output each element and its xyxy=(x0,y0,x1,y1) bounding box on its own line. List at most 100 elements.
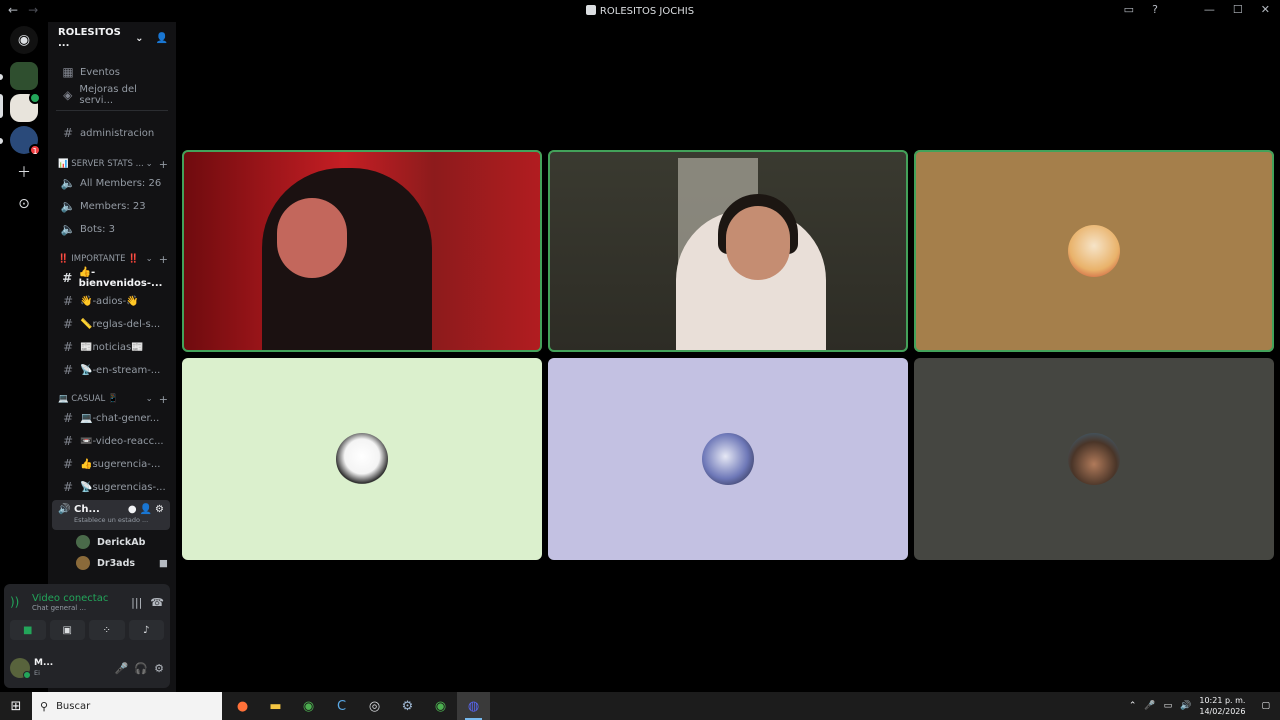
channel-bienvenidos[interactable]: # 👍-bienvenidos-... xyxy=(54,267,170,289)
chrome-icon[interactable]: ◉ xyxy=(292,692,325,720)
selected-pill xyxy=(0,94,3,118)
taskbar-search[interactable]: ⚲ Buscar xyxy=(32,692,222,720)
chat-bubble-icon[interactable]: ● xyxy=(128,504,137,515)
server-header[interactable]: ROLESITOS ... ⌄ 👤 xyxy=(48,22,176,54)
server-icon-3[interactable]: 1 xyxy=(10,126,41,156)
disconnect-icon[interactable]: ☎ xyxy=(150,596,164,609)
close-button[interactable]: ✕ xyxy=(1261,3,1270,16)
add-channel-icon[interactable]: + xyxy=(159,393,168,406)
chevron-up-icon[interactable]: ⌃ xyxy=(1129,701,1137,711)
hash-icon: # xyxy=(62,126,74,140)
avatar-tile[interactable] xyxy=(182,358,542,560)
chevron-down-icon: ⌄ xyxy=(135,32,144,44)
avatar xyxy=(76,556,90,570)
voice-user[interactable]: Dr3ads ■ xyxy=(76,553,168,573)
avatar-tile[interactable] xyxy=(914,150,1274,352)
ccleaner-icon[interactable]: C xyxy=(325,692,358,720)
network-icon[interactable]: ▭ xyxy=(1164,701,1173,711)
hash-icon: # xyxy=(62,457,74,471)
maximize-button[interactable]: ☐ xyxy=(1233,3,1243,16)
unread-pill xyxy=(0,138,3,144)
video-tile[interactable] xyxy=(182,150,542,352)
activity-badge xyxy=(29,92,41,104)
firefox-icon[interactable]: ● xyxy=(226,692,259,720)
search-icon: ⚲ xyxy=(40,699,49,713)
avatar[interactable] xyxy=(10,658,31,679)
channel-status[interactable]: Establece un estado ... xyxy=(52,516,170,524)
video-tile[interactable] xyxy=(548,150,908,352)
add-channel-icon[interactable]: + xyxy=(159,158,168,171)
add-channel-icon[interactable]: + xyxy=(159,253,168,266)
invite-icon[interactable]: 👤 xyxy=(156,33,168,44)
hash-icon: # xyxy=(62,411,74,425)
speaker-icon: 🔊 xyxy=(58,503,71,515)
channel-administracion[interactable]: # administracion xyxy=(54,123,170,143)
explore-icon[interactable]: ⊙ xyxy=(10,190,38,218)
channel-noticias[interactable]: # 📰noticias📰 xyxy=(54,337,170,357)
server-icon-zombie[interactable] xyxy=(10,62,38,90)
volume-icon[interactable]: 🔊 xyxy=(1180,701,1191,711)
avatar-tile[interactable] xyxy=(548,358,908,560)
window-title: ROLESITOS JOCHIS xyxy=(0,5,1280,17)
channel-chat-general[interactable]: # 💻-chat-gener... xyxy=(54,408,170,428)
avatar xyxy=(76,535,90,549)
user-panel: )) Video conectac Chat general ... ||| ☎… xyxy=(4,584,170,688)
discord-home-icon[interactable]: ◉ xyxy=(10,26,38,54)
avatar-tile[interactable] xyxy=(914,358,1274,560)
avatar xyxy=(1068,433,1120,485)
hash-icon: # xyxy=(62,340,74,354)
discord-app-icon[interactable]: ◍ xyxy=(457,692,490,720)
add-server-icon[interactable]: ＋ xyxy=(10,158,38,186)
category-importante[interactable]: ‼️ IMPORTANTE ‼️ ⌄ + xyxy=(58,252,168,266)
microphone-icon[interactable]: 🎤 xyxy=(115,662,129,675)
help-icon[interactable]: ? xyxy=(1152,3,1158,16)
camera-toggle-button[interactable]: ■ xyxy=(10,620,46,640)
channel-reglas[interactable]: # 📏reglas-del-s... xyxy=(54,314,170,334)
microphone-icon[interactable]: 🎤 xyxy=(1144,701,1155,711)
channel-adios[interactable]: # 👋-adios-👋 xyxy=(54,291,170,311)
clock[interactable]: 10:21 p. m. 14/02/2026 xyxy=(1199,695,1245,717)
channel-video-reacc[interactable]: # 📼-video-reacc... xyxy=(54,431,170,451)
voice-user[interactable]: DerickAb xyxy=(76,532,168,552)
soundboard-button[interactable]: ♪ xyxy=(128,620,164,640)
voice-channel-stat[interactable]: 🔈 Bots: 3 xyxy=(54,219,170,239)
chrome-profile-icon[interactable]: ◉ xyxy=(424,692,457,720)
invite-icon[interactable]: 👤 xyxy=(140,504,152,515)
windows-start-icon[interactable]: ⊞ xyxy=(0,699,32,714)
nav-item-events[interactable]: ▦ Eventos xyxy=(54,62,170,82)
signal-icon[interactable]: )) xyxy=(10,595,32,609)
nav-item-boosts[interactable]: ◈ Mejoras del servi... xyxy=(54,84,170,106)
steam-icon[interactable]: ⚙ xyxy=(391,692,424,720)
call-actions: ■ ▣ ⁘ ♪ xyxy=(10,620,164,640)
category-server-stats[interactable]: 📊 SERVER STATS ... ⌄ + xyxy=(58,157,168,171)
screen-share-button[interactable]: ▣ xyxy=(49,620,85,640)
activities-button[interactable]: ⁘ xyxy=(89,620,125,640)
channel-en-stream[interactable]: # 📡-en-stream-... xyxy=(54,360,170,380)
user-name[interactable]: M... Ei xyxy=(34,658,109,678)
gear-icon[interactable]: ⚙ xyxy=(155,504,164,515)
chevron-down-icon: ⌄ xyxy=(145,394,153,404)
boost-icon: ◈ xyxy=(63,88,73,102)
active-voice-channel[interactable]: 🔊 Ch... ● 👤 ⚙ Establece un estado ... xyxy=(52,500,170,530)
calendar-icon: ▦ xyxy=(62,65,74,79)
chevron-down-icon: ⌄ xyxy=(145,254,153,264)
windows-taskbar: ⊞ ⚲ Buscar ● ▬ ◉ C ◎ ⚙ ◉ ◍ ⌃ 🎤 ▭ 🔊 10:21 … xyxy=(0,692,1280,720)
notification-icon[interactable]: ▢ xyxy=(1261,701,1270,711)
obs-icon[interactable]: ◎ xyxy=(358,692,391,720)
headphones-icon[interactable]: 🎧 xyxy=(134,662,148,675)
minimize-button[interactable]: — xyxy=(1204,3,1215,16)
hash-icon: # xyxy=(62,294,74,308)
voice-channel-stat[interactable]: 🔈 All Members: 26 xyxy=(54,173,170,193)
file-explorer-icon[interactable]: ▬ xyxy=(259,692,292,720)
server-icon-rolesitos[interactable] xyxy=(10,92,41,122)
speaker-icon: 🔈 xyxy=(60,222,76,236)
camera-face xyxy=(726,206,790,280)
gear-icon[interactable]: ⚙ xyxy=(154,662,164,675)
voice-channel-stat[interactable]: 🔈 Members: 23 xyxy=(54,196,170,216)
channel-sugerencia[interactable]: # 👍sugerencia-... xyxy=(54,454,170,474)
category-casual[interactable]: 💻 CASUAL 📱 ⌄ + xyxy=(58,392,168,406)
inbox-icon[interactable]: ▭ xyxy=(1124,3,1134,16)
channel-sugerencias[interactable]: # 📡sugerencias-... xyxy=(54,477,170,497)
noise-suppression-icon[interactable]: ||| xyxy=(131,596,142,609)
speaker-icon: 🔈 xyxy=(60,176,76,190)
